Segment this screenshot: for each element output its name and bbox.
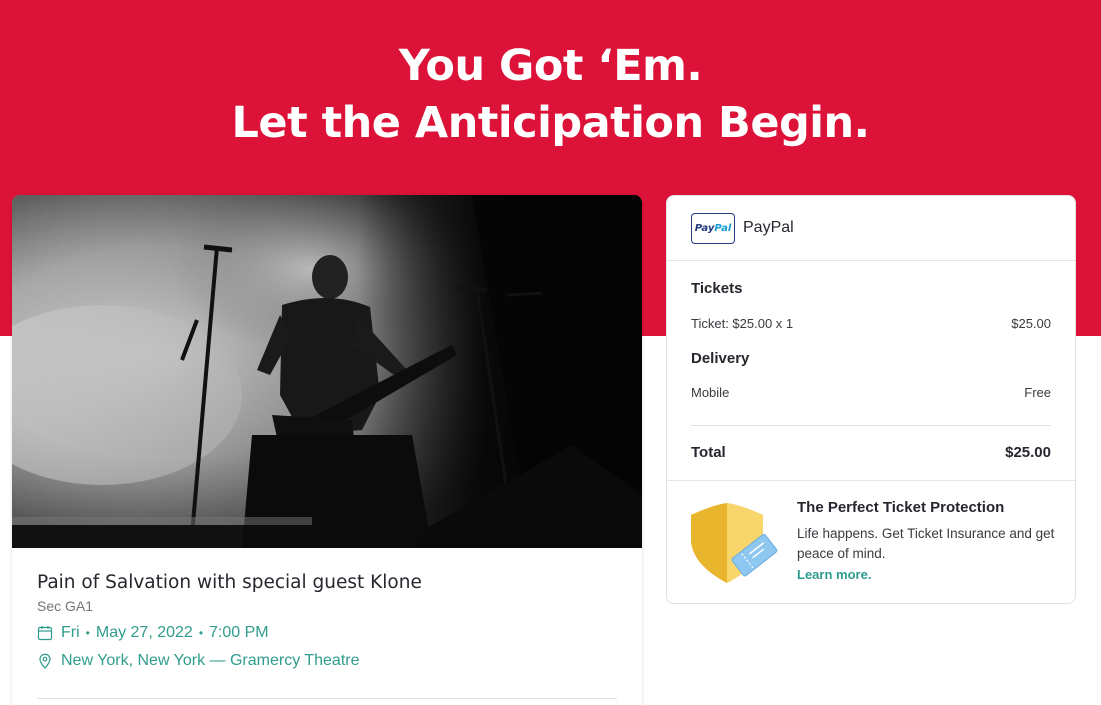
tickets-heading: Tickets [691,280,743,297]
payment-method-row: Pay Pal PayPal [667,196,1075,261]
delivery-heading: Delivery [691,350,750,367]
delivery-cost: Free [1024,385,1051,400]
delivery-method: Mobile [691,385,730,400]
event-photo [12,195,642,548]
event-date-row: Fri • May 27, 2022 • 7:00 PM [37,623,617,643]
divider [691,425,1051,426]
divider [37,698,617,699]
separator-dot: • [85,626,90,640]
total-label: Total [691,444,726,461]
shield-ticket-icon [691,503,778,583]
payment-method-name: PayPal [743,219,794,236]
total-row: Total $25.00 [691,443,1051,463]
protection-title: The Perfect Ticket Protection [797,499,1005,516]
event-time: 7:00 PM [209,624,269,641]
confirmation-heading: You Got ‘Em. Let the Anticipation Begin. [0,38,1101,152]
map-pin-icon [39,653,51,669]
protection-description: Life happens. Get Ticket Insurance and g… [797,526,1055,561]
order-summary-card: Pay Pal PayPal Tickets Ticket: $25.00 x 1… [666,195,1076,604]
heading-line-2: Let the Anticipation Begin. [231,98,870,148]
event-date: May 27, 2022 [95,624,193,641]
event-details: Pain of Salvation with special guest Klo… [37,571,617,671]
paypal-logo-part-1: Pay [694,222,715,234]
paypal-logo-part-2: Pal [714,222,732,234]
event-location-row: New York, New York — Gramercy Theatre [37,651,617,671]
ticket-line-value: $25.00 [1011,316,1051,331]
event-day: Fri [61,624,80,641]
event-section: Sec GA1 [37,598,94,614]
learn-more-link[interactable]: Learn more. [797,566,1057,584]
event-card: Pain of Salvation with special guest Klo… [12,195,642,705]
ticket-protection: The Perfect Ticket Protection Life happe… [667,481,1075,603]
separator-dot: • [198,626,204,640]
paypal-logo: Pay Pal [691,212,735,244]
event-title: Pain of Salvation with special guest Klo… [37,572,422,593]
heading-line-1: You Got ‘Em. [398,41,703,91]
event-location[interactable]: New York, New York — Gramercy Theatre [61,651,360,671]
total-value: $25.00 [1005,444,1051,461]
calendar-icon [37,626,53,641]
summary-body: Tickets Ticket: $25.00 x 1 $25.00 Delive… [667,261,1075,463]
ticket-line-label: Ticket: $25.00 x 1 [691,316,794,331]
ticket-line: Ticket: $25.00 x 1 $25.00 [691,315,1051,333]
protection-text: The Perfect Ticket Protection Life happe… [797,498,1057,584]
delivery-line: Mobile Free [691,384,1051,402]
